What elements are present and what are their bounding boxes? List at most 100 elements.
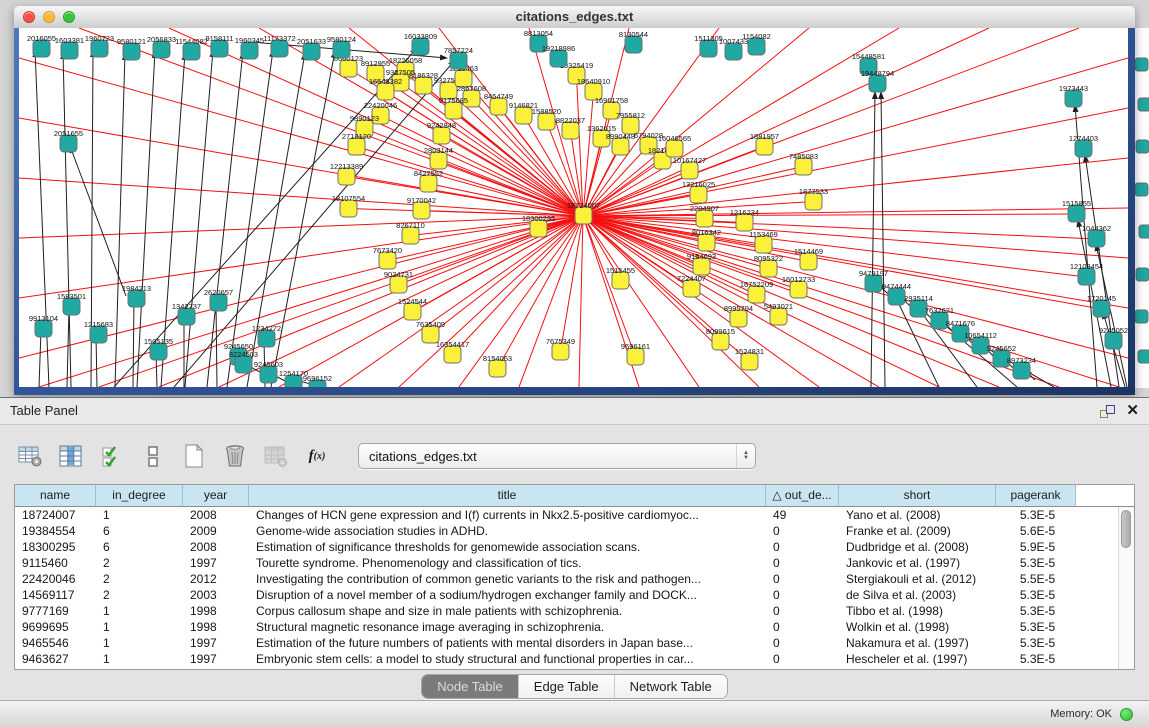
table-panel-title: Table Panel — [0, 398, 1149, 424]
new-column-icon[interactable] — [180, 442, 208, 470]
network-window-titlebar[interactable]: citations_edges.txt — [14, 6, 1135, 29]
network-node-label: 1505135 — [144, 337, 173, 346]
header-filler — [1076, 485, 1134, 507]
network-node-label: 11173372 — [263, 34, 295, 43]
column-header-year[interactable]: year — [183, 485, 249, 507]
table-row[interactable]: 1872400712008Changes of HCN gene express… — [15, 507, 1134, 523]
clear-selection-icon[interactable] — [139, 442, 167, 470]
table-cell: Disruption of a novel member of a sodium… — [249, 587, 766, 603]
function-builder-icon[interactable]: f(x) — [303, 442, 331, 470]
table-cell: Embryonic stem cells: a model to study s… — [249, 651, 766, 667]
network-node-label: 2051633 — [297, 37, 326, 46]
network-node-label: 1515855 — [1062, 199, 1091, 208]
column-header-name[interactable]: name — [15, 485, 96, 507]
minimize-window-button[interactable] — [43, 11, 55, 23]
table-row[interactable]: 911546021997Tourette syndrome. Phenomeno… — [15, 555, 1134, 571]
network-node-label: 18107554 — [332, 194, 365, 203]
network-node-label: 9024731 — [384, 270, 413, 279]
network-node-label: 1524831 — [735, 347, 764, 356]
table-row[interactable]: 977716911998Corpus callosum shape and si… — [15, 603, 1134, 619]
table-cell: Changes of HCN gene expression and I(f) … — [249, 507, 766, 523]
network-canvas[interactable]: 8660123891295518226058932750581863281654… — [19, 28, 1128, 387]
network-node-label: 1514469 — [794, 247, 823, 256]
zoom-window-button[interactable] — [63, 11, 75, 23]
network-node-label: 16012733 — [782, 275, 815, 284]
table-cell: Nakamura et al. (1997) — [839, 635, 996, 651]
table-cell: Investigating the contribution of common… — [249, 571, 766, 587]
close-window-button[interactable] — [23, 11, 35, 23]
network-node-label: 18300295 — [522, 214, 555, 223]
network-node-label: 16046565 — [658, 134, 691, 143]
table-cell: 2 — [96, 555, 183, 571]
network-node-label: 2204907 — [690, 204, 719, 213]
delete-column-icon[interactable] — [221, 442, 249, 470]
table-cell: 2 — [96, 571, 183, 587]
table-row[interactable]: 946554611997Estimation of the future num… — [15, 635, 1134, 651]
network-node-label: 9175685 — [439, 96, 468, 105]
network-node-label: 7635409 — [416, 320, 445, 329]
network-node-label: 9245603 — [254, 360, 283, 369]
network-node-label: 9580124 — [327, 35, 356, 44]
network-node-label: 13216025 — [682, 180, 715, 189]
table-cell: 22420046 — [15, 571, 96, 587]
table-row[interactable]: 2242004622012Investigating the contribut… — [15, 571, 1134, 587]
table-vertical-scrollbar[interactable] — [1118, 507, 1134, 669]
network-node-label: 9479197 — [859, 269, 888, 278]
column-header-short[interactable]: short — [839, 485, 996, 507]
table-cell: 2008 — [183, 507, 249, 523]
network-node-label: 16961758 — [595, 96, 628, 105]
network-node-label: 8016342 — [692, 228, 721, 237]
select-all-rows-icon[interactable] — [98, 442, 126, 470]
scrollbar-thumb[interactable] — [1121, 510, 1131, 548]
network-node-label: 9474444 — [882, 282, 911, 291]
network-node-label: 2935114 — [904, 294, 933, 303]
background-network-sliver-canvas — [1135, 28, 1149, 388]
table-mode-icon[interactable] — [16, 442, 44, 470]
table-cell: Estimation of the future numbers of pati… — [249, 635, 766, 651]
table-cell: Genome-wide association studies in ADHD. — [249, 523, 766, 539]
memory-ok-indicator — [1120, 708, 1133, 721]
float-panel-icon[interactable] — [1100, 405, 1114, 418]
table-cell: 0 — [766, 571, 839, 587]
network-node-label: 1153469 — [749, 230, 778, 239]
table-panel-body: f(x) citations_edges.txt ▲▼ namein_degre… — [0, 425, 1149, 727]
network-node-label: 1216234 — [730, 208, 759, 217]
tab-edge-table[interactable]: Edge Table — [519, 675, 615, 698]
citation-network-graph[interactable]: 8660123891295518226058932750581863281654… — [19, 28, 1128, 387]
network-node-label: 9245052 — [1099, 326, 1128, 335]
table-cell: Wolkin et al. (1998) — [839, 619, 996, 635]
table-cell: 49 — [766, 507, 839, 523]
table-row[interactable]: 1938455462009Genome-wide association stu… — [15, 523, 1134, 539]
table-row[interactable]: 969969511998Structural magnetic resonanc… — [15, 619, 1134, 635]
column-header-in-degree[interactable]: in_degree — [96, 485, 183, 507]
network-node — [1135, 310, 1148, 323]
close-panel-icon[interactable]: ✕ — [1126, 404, 1139, 418]
table-cell: 1998 — [183, 619, 249, 635]
column-header-title[interactable]: title — [249, 485, 766, 507]
table-row[interactable]: 946362711997Embryonic stem cells: a mode… — [15, 651, 1134, 667]
network-node-label: 18640910 — [577, 77, 610, 86]
network-node-label: 9242848 — [427, 121, 456, 130]
show-columns-icon[interactable] — [57, 442, 85, 470]
table-selector-dropdown[interactable]: citations_edges.txt ▲▼ — [358, 443, 756, 469]
tab-node-table[interactable]: Node Table — [422, 675, 519, 698]
column-header-out-de-[interactable]: △ out_de... — [766, 485, 839, 507]
table-cell: 18724007 — [15, 507, 96, 523]
network-node-label: 10167427 — [673, 156, 706, 165]
table-cell: 5.9E-5 — [996, 539, 1076, 555]
column-header-pagerank[interactable]: pagerank — [996, 485, 1076, 507]
network-window-frame: 8660123891295518226058932750581863281654… — [14, 28, 1135, 395]
table-cell: 0 — [766, 539, 839, 555]
background-network-sliver — [1135, 28, 1149, 388]
table-cell: 9699695 — [15, 619, 96, 635]
network-node-label: 22420046 — [364, 101, 397, 110]
table-cell: 5.6E-5 — [996, 523, 1076, 539]
table-row[interactable]: 1456911722003Disruption of a novel membe… — [15, 587, 1134, 603]
tab-network-table[interactable]: Network Table — [615, 675, 727, 698]
table-cell: 5.3E-5 — [996, 507, 1076, 523]
network-node-label: 1960345 — [235, 36, 264, 45]
table-cell: 1997 — [183, 635, 249, 651]
network-node-label: 8973234 — [1007, 356, 1036, 365]
table-row[interactable]: 1830029562008Estimation of significance … — [15, 539, 1134, 555]
network-node-label: 1720145 — [1087, 294, 1116, 303]
